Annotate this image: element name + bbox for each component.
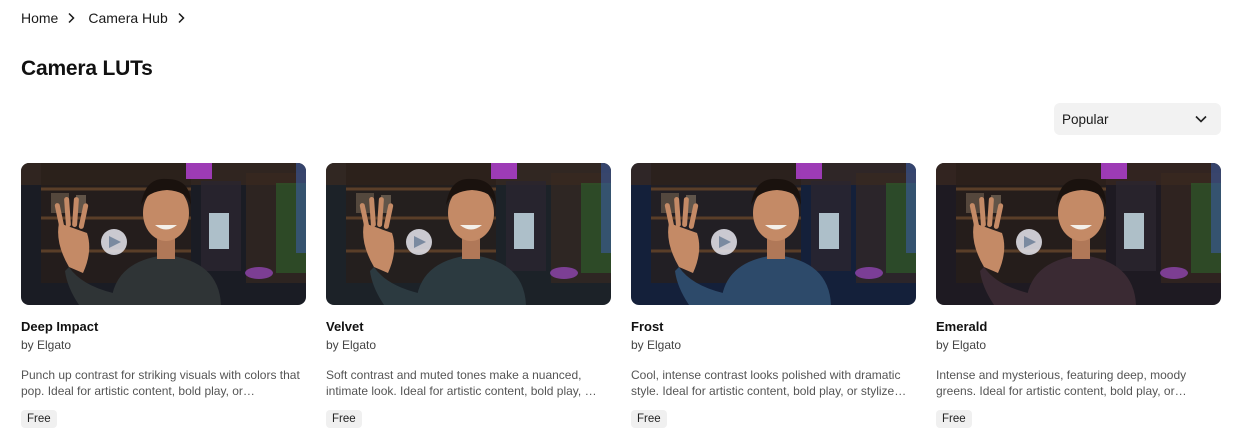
lut-thumbnail: [326, 163, 611, 305]
lut-grid: Deep Impact by Elgato Punch up contrast …: [21, 163, 1221, 428]
breadcrumb-home-label: Home: [21, 10, 59, 26]
lut-title: Velvet: [326, 319, 364, 334]
lut-title: Emerald: [936, 319, 988, 334]
sort-dropdown-value: Popular: [1062, 111, 1109, 127]
lut-card[interactable]: Deep Impact by Elgato Punch up contrast …: [21, 163, 306, 428]
sort-dropdown[interactable]: Popular: [1054, 103, 1221, 135]
lut-author: by Elgato: [326, 338, 377, 352]
lut-card[interactable]: Emerald by Elgato Intense and mysterious…: [936, 163, 1221, 428]
lut-title: Deep Impact: [21, 319, 99, 334]
price-badge: Free: [631, 410, 667, 428]
page-title: Camera LUTs: [21, 57, 153, 80]
lut-thumbnail: [936, 163, 1221, 305]
thumbnail-scene: [631, 163, 916, 305]
price-badge: Free: [936, 410, 972, 428]
lut-title: Frost: [631, 319, 664, 334]
breadcrumb: Home Camera Hub: [21, 10, 198, 26]
lut-thumbnail: [631, 163, 916, 305]
thumbnail-scene: [21, 163, 306, 305]
lut-author: by Elgato: [631, 338, 682, 352]
lut-card[interactable]: Velvet by Elgato Soft contrast and muted…: [326, 163, 611, 428]
breadcrumb-camera-hub[interactable]: Camera Hub: [88, 10, 197, 26]
lut-author: by Elgato: [21, 338, 72, 352]
chevron-down-icon: [1195, 115, 1207, 123]
lut-description: Punch up contrast for striking visuals w…: [21, 368, 300, 398]
breadcrumb-camera-hub-label: Camera Hub: [88, 10, 168, 26]
thumbnail-scene: [326, 163, 611, 305]
chevron-right-icon: [66, 12, 76, 24]
price-badge: Free: [326, 410, 362, 428]
lut-description: Intense and mysterious, featuring deep, …: [936, 368, 1187, 398]
lut-author: by Elgato: [936, 338, 987, 352]
lut-description: Soft contrast and muted tones make a nua…: [326, 368, 597, 398]
lut-thumbnail: [21, 163, 306, 305]
breadcrumb-home[interactable]: Home: [21, 10, 88, 26]
thumbnail-scene: [936, 163, 1221, 305]
lut-description: Cool, intense contrast looks polished wi…: [631, 368, 907, 398]
price-badge: Free: [21, 410, 57, 428]
chevron-right-icon: [176, 12, 186, 24]
lut-card[interactable]: Frost by Elgato Cool, intense contrast l…: [631, 163, 916, 428]
